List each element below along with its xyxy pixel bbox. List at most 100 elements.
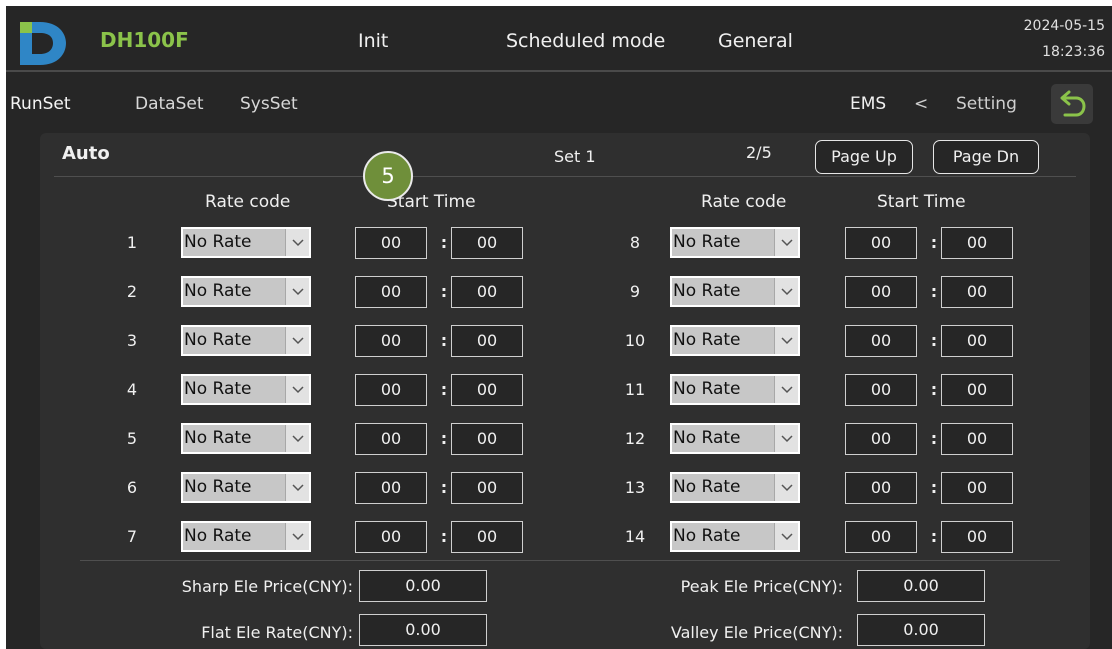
chevron-down-icon bbox=[774, 376, 798, 403]
valley-price-input[interactable]: 0.00 bbox=[857, 614, 985, 646]
rate-code-select[interactable]: No Rate bbox=[181, 423, 311, 454]
rate-code-value: No Rate bbox=[673, 379, 741, 399]
start-hour-input[interactable]: 00 bbox=[845, 521, 917, 553]
breadcrumb-separator: < bbox=[914, 94, 929, 114]
rate-code-select[interactable]: No Rate bbox=[181, 276, 311, 307]
start-hour-input[interactable]: 00 bbox=[845, 472, 917, 504]
time-colon: : bbox=[440, 331, 448, 350]
tab-sysset[interactable]: SysSet bbox=[240, 94, 298, 114]
time-display: 18:23:36 bbox=[1042, 44, 1105, 60]
start-minute-input[interactable]: 00 bbox=[941, 521, 1013, 553]
rate-code-select[interactable]: No Rate bbox=[670, 472, 800, 503]
rate-code-value: No Rate bbox=[184, 477, 252, 497]
start-minute-input[interactable]: 00 bbox=[941, 374, 1013, 406]
hmi-screen: DH100F Init Scheduled mode General 2024-… bbox=[6, 6, 1112, 649]
rate-code-value: No Rate bbox=[673, 281, 741, 301]
rate-code-header-left: Rate code bbox=[205, 192, 291, 212]
start-minute-input[interactable]: 00 bbox=[451, 423, 523, 455]
chevron-down-icon bbox=[774, 474, 798, 501]
chevron-down-icon bbox=[285, 474, 309, 501]
page-up-button[interactable]: Page Up bbox=[815, 140, 913, 174]
operation-mode: Scheduled mode bbox=[506, 30, 666, 52]
step-number-badge: 5 bbox=[363, 151, 413, 201]
row-index: 9 bbox=[629, 282, 641, 301]
time-colon: : bbox=[440, 527, 448, 546]
start-minute-input[interactable]: 00 bbox=[451, 227, 523, 259]
start-minute-input[interactable]: 00 bbox=[451, 325, 523, 357]
row-index: 3 bbox=[126, 331, 138, 350]
tab-dataset[interactable]: DataSet bbox=[135, 94, 204, 114]
sharp-price-label: Sharp Ele Price(CNY): bbox=[181, 577, 353, 596]
start-minute-input[interactable]: 00 bbox=[451, 276, 523, 308]
chevron-down-icon bbox=[285, 327, 309, 354]
back-button[interactable] bbox=[1051, 84, 1093, 124]
chevron-down-icon bbox=[285, 229, 309, 256]
rate-code-select[interactable]: No Rate bbox=[670, 276, 800, 307]
start-hour-input[interactable]: 00 bbox=[845, 374, 917, 406]
peak-price-input[interactable]: 0.00 bbox=[857, 570, 985, 602]
time-colon: : bbox=[930, 429, 938, 448]
time-colon: : bbox=[440, 380, 448, 399]
rate-code-select[interactable]: No Rate bbox=[181, 521, 311, 552]
rate-code-select[interactable]: No Rate bbox=[670, 521, 800, 552]
header-bar: DH100F Init Scheduled mode General 2024-… bbox=[6, 6, 1112, 70]
rate-code-value: No Rate bbox=[184, 379, 252, 399]
start-minute-input[interactable]: 00 bbox=[451, 521, 523, 553]
time-colon: : bbox=[440, 233, 448, 252]
start-minute-input[interactable]: 00 bbox=[941, 472, 1013, 504]
start-minute-input[interactable]: 00 bbox=[941, 227, 1013, 259]
start-hour-input[interactable]: 00 bbox=[355, 276, 427, 308]
start-minute-input[interactable]: 00 bbox=[451, 374, 523, 406]
time-colon: : bbox=[440, 478, 448, 497]
row-index: 6 bbox=[126, 478, 138, 497]
start-hour-input[interactable]: 00 bbox=[355, 521, 427, 553]
start-minute-input[interactable]: 00 bbox=[451, 472, 523, 504]
rate-code-value: No Rate bbox=[673, 330, 741, 350]
rate-code-value: No Rate bbox=[184, 232, 252, 252]
time-colon: : bbox=[930, 331, 938, 350]
rate-code-select[interactable]: No Rate bbox=[181, 472, 311, 503]
run-state: Init bbox=[358, 30, 389, 52]
start-hour-input[interactable]: 00 bbox=[355, 227, 427, 259]
page-down-button[interactable]: Page Dn bbox=[933, 140, 1039, 174]
chevron-down-icon bbox=[285, 278, 309, 305]
start-hour-input[interactable]: 00 bbox=[355, 423, 427, 455]
row-index: 1 bbox=[126, 233, 138, 252]
rate-code-value: No Rate bbox=[673, 232, 741, 252]
valley-price-label: Valley Ele Price(CNY): bbox=[670, 623, 843, 642]
rate-code-value: No Rate bbox=[673, 526, 741, 546]
rate-code-select[interactable]: No Rate bbox=[670, 325, 800, 356]
tab-runset[interactable]: RunSet bbox=[10, 94, 71, 114]
chevron-down-icon bbox=[774, 278, 798, 305]
time-colon: : bbox=[440, 282, 448, 301]
set-label: Set 1 bbox=[554, 147, 596, 166]
chevron-down-icon bbox=[285, 425, 309, 452]
flat-rate-input[interactable]: 0.00 bbox=[359, 614, 487, 646]
row-index: 8 bbox=[629, 233, 641, 252]
rate-code-select[interactable]: No Rate bbox=[181, 227, 311, 258]
start-hour-input[interactable]: 00 bbox=[845, 276, 917, 308]
start-hour-input[interactable]: 00 bbox=[845, 423, 917, 455]
sharp-price-input[interactable]: 0.00 bbox=[359, 570, 487, 602]
start-minute-input[interactable]: 00 bbox=[941, 423, 1013, 455]
start-hour-input[interactable]: 00 bbox=[845, 325, 917, 357]
start-hour-input[interactable]: 00 bbox=[355, 374, 427, 406]
start-minute-input[interactable]: 00 bbox=[941, 276, 1013, 308]
rate-code-select[interactable]: No Rate bbox=[181, 374, 311, 405]
panel-divider bbox=[54, 176, 1076, 177]
start-hour-input[interactable]: 00 bbox=[355, 325, 427, 357]
flat-rate-label: Flat Ele Rate(CNY): bbox=[201, 623, 353, 642]
rate-code-header-right: Rate code bbox=[701, 192, 787, 212]
start-hour-input[interactable]: 00 bbox=[355, 472, 427, 504]
start-hour-input[interactable]: 00 bbox=[845, 227, 917, 259]
rate-code-select[interactable]: No Rate bbox=[670, 423, 800, 454]
chevron-down-icon bbox=[774, 523, 798, 550]
rate-code-select[interactable]: No Rate bbox=[181, 325, 311, 356]
rate-code-select[interactable]: No Rate bbox=[670, 227, 800, 258]
peak-price-label: Peak Ele Price(CNY): bbox=[680, 577, 843, 596]
page-indicator: 2/5 bbox=[746, 143, 772, 162]
start-minute-input[interactable]: 00 bbox=[941, 325, 1013, 357]
rate-code-select[interactable]: No Rate bbox=[670, 374, 800, 405]
breadcrumb-parent[interactable]: Setting bbox=[956, 94, 1017, 114]
rate-code-value: No Rate bbox=[673, 477, 741, 497]
